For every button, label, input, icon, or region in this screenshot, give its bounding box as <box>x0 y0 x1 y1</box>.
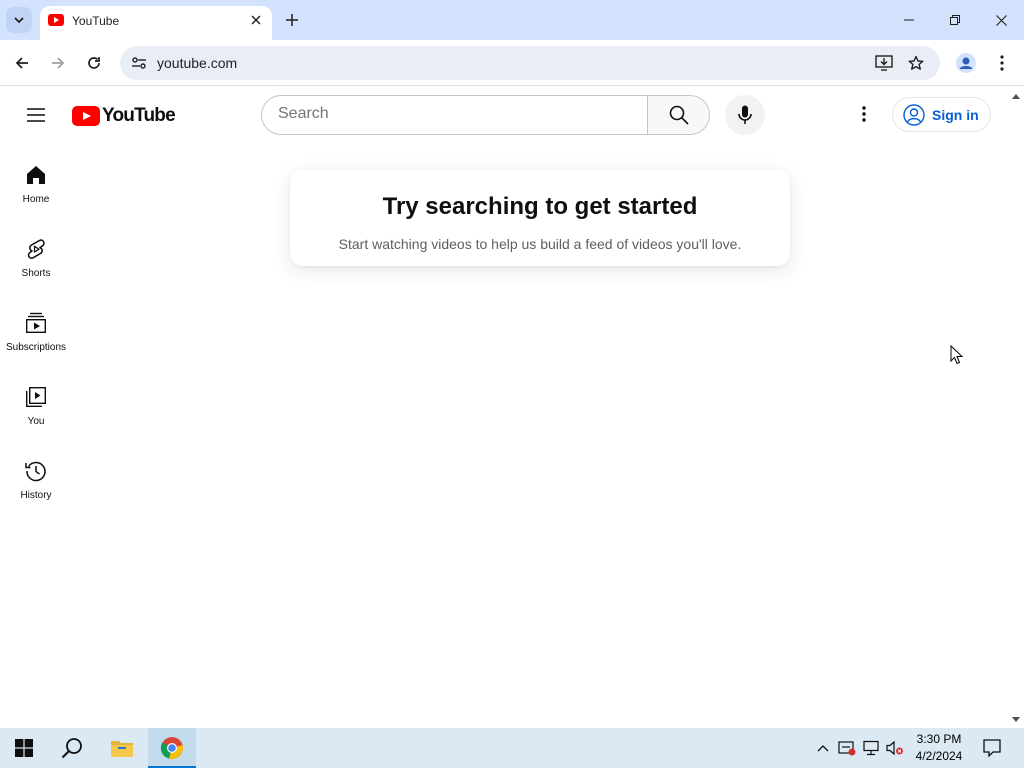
tab-title: YouTube <box>72 14 120 28</box>
empty-feed-card: Try searching to get started Start watch… <box>290 170 790 266</box>
reload-icon <box>88 57 100 69</box>
back-arrow-icon <box>15 57 28 69</box>
home-icon <box>24 163 48 187</box>
bookmark-star-icon <box>908 55 924 70</box>
file-explorer-icon <box>111 741 133 757</box>
subscriptions-icon <box>24 311 48 335</box>
plus-icon <box>286 14 298 26</box>
volume-tray-button[interactable] <box>884 728 906 768</box>
microphone-icon <box>738 105 752 124</box>
clock-date: 4/2/2024 <box>915 749 963 763</box>
network-tray-button[interactable] <box>860 728 882 768</box>
browser-menu-button[interactable] <box>988 49 1016 77</box>
hamburger-menu-icon <box>27 108 45 122</box>
back-button[interactable] <box>8 49 36 77</box>
install-app-button[interactable] <box>872 51 896 75</box>
window-close-button[interactable] <box>978 0 1024 40</box>
tab-search-button[interactable] <box>6 7 32 33</box>
windows-start-icon <box>15 739 33 757</box>
bookmark-button[interactable] <box>904 51 928 75</box>
install-app-icon <box>875 55 893 71</box>
reload-button[interactable] <box>80 49 108 77</box>
shorts-icon <box>24 237 48 261</box>
browser-tab-strip: YouTube <box>0 0 1024 40</box>
chevron-up-icon <box>817 745 829 752</box>
chrome-icon <box>160 737 183 759</box>
sign-in-label: Sign in <box>932 106 979 123</box>
search-icon <box>61 738 82 759</box>
scrollbar-up-arrow[interactable] <box>1010 90 1022 102</box>
system-clock[interactable]: 3:30 PM 4/2/2024 <box>906 731 972 765</box>
search-box[interactable] <box>261 95 647 135</box>
voice-search-button[interactable] <box>725 95 765 135</box>
guide-item-label: Shorts <box>21 268 51 279</box>
kebab-menu-icon <box>862 106 866 122</box>
account-circle-icon <box>903 103 925 126</box>
forward-arrow-icon <box>52 57 65 69</box>
forward-button[interactable] <box>44 49 72 77</box>
minimize-icon <box>904 19 914 21</box>
chrome-taskbar-button[interactable] <box>148 728 196 768</box>
youtube-logo[interactable]: YouTube <box>72 105 176 127</box>
close-icon <box>251 15 261 25</box>
guide-item-label: Subscriptions <box>5 342 67 353</box>
guide-item-subscriptions[interactable]: Subscriptions <box>0 311 72 385</box>
restore-icon <box>950 15 960 25</box>
security-tray-button[interactable] <box>836 728 858 768</box>
site-info-icon <box>132 57 146 69</box>
network-icon <box>863 740 879 756</box>
windows-taskbar: 3:30 PM 4/2/2024 <box>0 728 1024 768</box>
search-input[interactable] <box>278 105 628 123</box>
profile-button[interactable] <box>952 49 980 77</box>
empty-feed-title: Try searching to get started <box>382 193 698 220</box>
volume-muted-icon <box>886 740 903 756</box>
minimize-button[interactable] <box>886 0 932 40</box>
mouse-cursor-icon <box>950 345 964 365</box>
search-icon <box>669 105 689 125</box>
guide-item-home[interactable]: Home <box>0 163 72 237</box>
guide-menu-button[interactable] <box>20 99 52 131</box>
history-icon <box>24 459 48 483</box>
chevron-down-icon <box>14 17 24 24</box>
show-hidden-icons-button[interactable] <box>812 728 834 768</box>
guide-item-label: You <box>27 416 45 427</box>
guide-item-label: History <box>20 490 52 501</box>
youtube-play-logo-icon <box>72 106 100 126</box>
kebab-menu-icon <box>1000 55 1004 71</box>
browser-toolbar: youtube.com <box>0 40 1024 86</box>
triangle-down-icon <box>1012 716 1020 722</box>
scrollbar-down-arrow[interactable] <box>1010 713 1022 725</box>
guide-item-you[interactable]: You <box>0 385 72 459</box>
close-icon <box>995 14 1007 26</box>
profile-icon <box>956 53 976 73</box>
new-tab-button[interactable] <box>280 8 304 32</box>
youtube-masthead: YouTube Sign in <box>0 87 1010 143</box>
guide-item-shorts[interactable]: Shorts <box>0 237 72 311</box>
triangle-up-icon <box>1012 93 1020 99</box>
url-text[interactable]: youtube.com <box>157 55 237 71</box>
address-bar[interactable]: youtube.com <box>120 46 940 80</box>
search-button[interactable] <box>647 95 710 135</box>
site-info-button[interactable] <box>126 50 152 76</box>
security-icon <box>838 741 856 756</box>
youtube-logo-text: YouTube <box>102 105 176 126</box>
tab-close-button[interactable] <box>246 10 266 30</box>
guide-item-label: Home <box>22 194 50 205</box>
youtube-favicon-icon <box>48 14 64 26</box>
browser-tab[interactable]: YouTube <box>40 6 272 40</box>
action-center-button[interactable] <box>978 728 1006 768</box>
sign-in-button[interactable]: Sign in <box>892 97 991 132</box>
taskbar-search-button[interactable] <box>48 728 96 768</box>
clock-time: 3:30 PM <box>916 732 962 746</box>
restore-button[interactable] <box>932 0 978 40</box>
settings-more-button[interactable] <box>852 102 876 126</box>
file-explorer-button[interactable] <box>98 728 146 768</box>
notifications-icon <box>983 739 1001 757</box>
empty-feed-subtitle: Start watching videos to help us build a… <box>338 236 742 252</box>
you-library-icon <box>24 385 48 409</box>
start-button[interactable] <box>0 728 48 768</box>
guide-item-history[interactable]: History <box>0 459 72 533</box>
